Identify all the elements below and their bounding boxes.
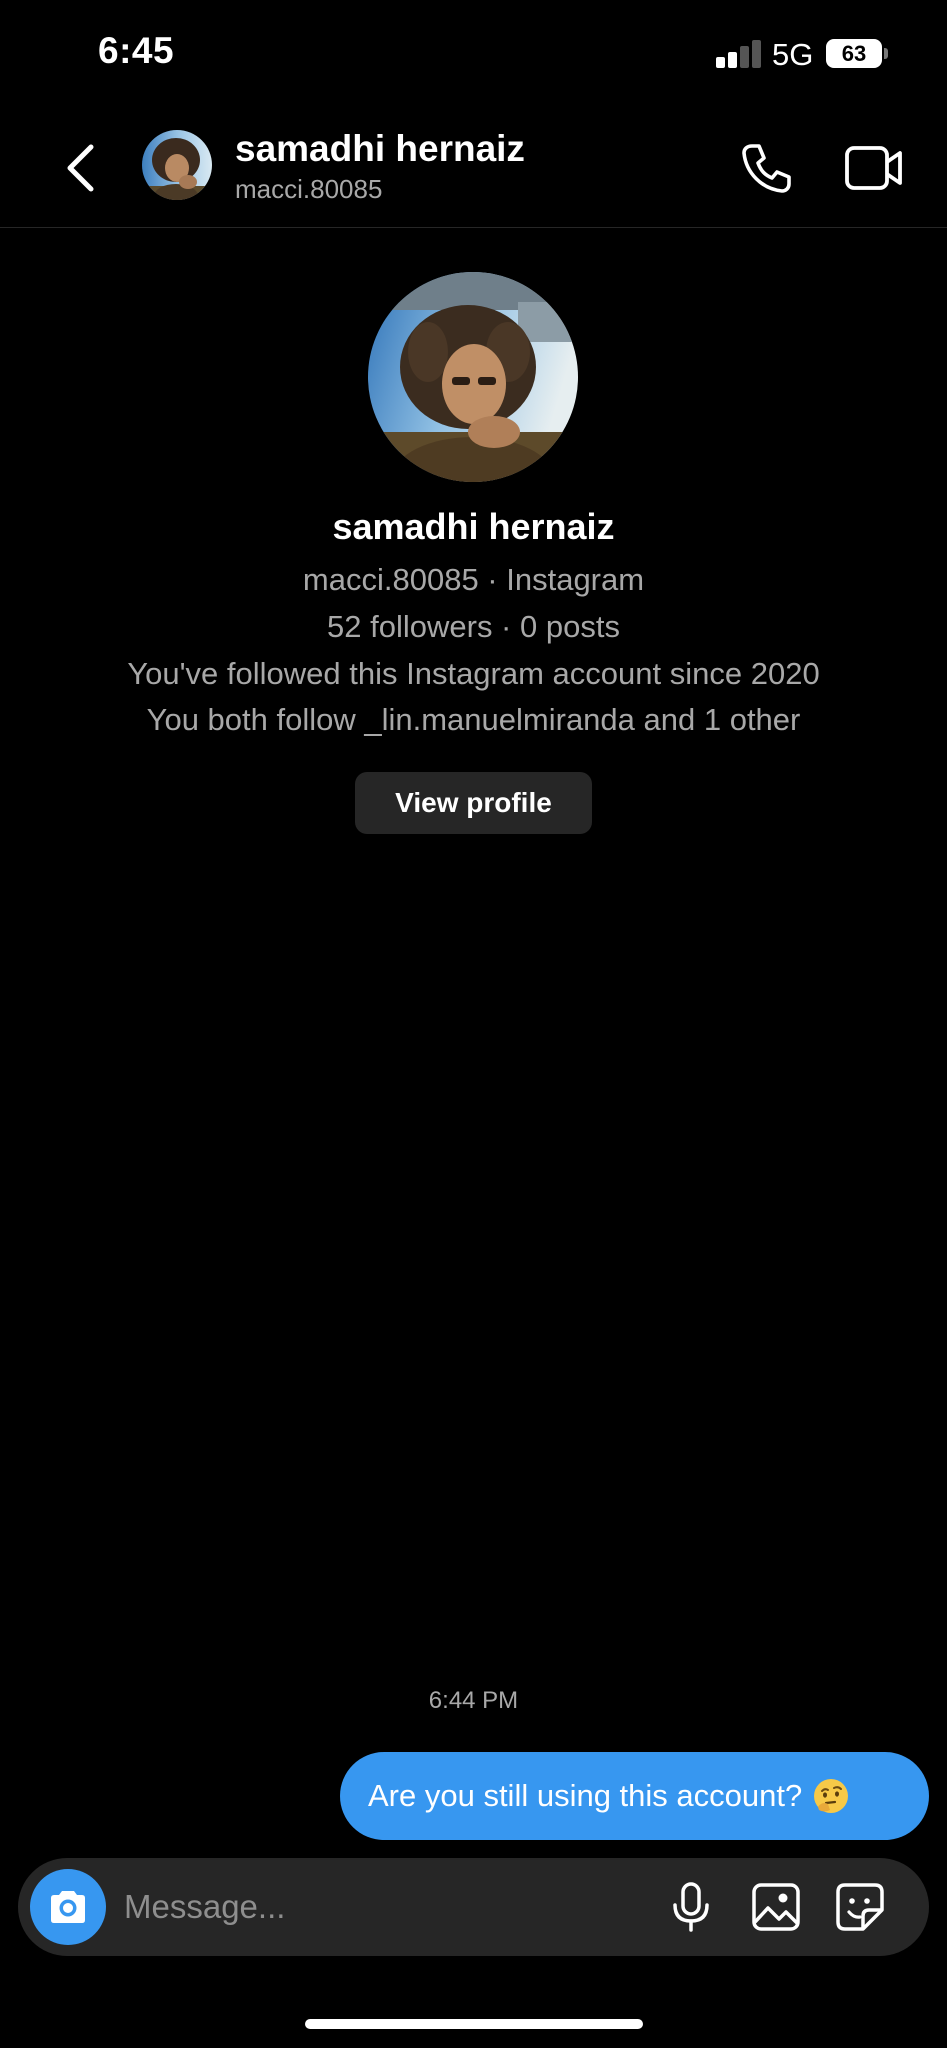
back-button[interactable] [58,140,102,196]
profile-stats: 52 followers · 0 posts [327,609,620,644]
gallery-button[interactable] [749,1880,803,1934]
home-indicator[interactable] [305,2019,643,2029]
battery-icon: 63 [826,39,882,68]
sent-message-bubble[interactable]: Are you still using this account? [340,1752,929,1840]
dm-thread-screen: 6:45 5G 63 samadhi hernaiz macci.80085 s… [0,0,947,2048]
chat-header: samadhi hernaiz macci.80085 [0,110,947,228]
camera-button[interactable] [30,1869,106,1945]
sticker-button[interactable] [833,1880,887,1934]
sticker-icon [836,1883,884,1931]
profile-name: samadhi hernaiz [332,506,615,547]
status-bar: 6:45 5G 63 [0,0,947,100]
phone-icon [742,144,791,193]
video-camera-icon [845,146,902,190]
camera-icon [51,1891,85,1923]
message-composer [18,1858,929,1956]
signal-strength-icon [716,40,762,68]
chevron-left-icon [67,144,94,192]
profile-handle-line: macci.80085 · Instagram [302,562,645,597]
view-profile-button[interactable]: View profile [355,772,592,834]
thinking-face-emoji [814,1779,849,1813]
image-icon [752,1883,800,1931]
mutual-follow-text: You both follow _lin.manuelmiranda and 1… [146,702,801,737]
audio-call-button[interactable] [738,140,794,196]
message-timestamp: 6:44 PM [428,1687,519,1714]
voice-message-button[interactable] [664,1880,718,1934]
contact-name[interactable]: samadhi hernaiz [235,128,525,170]
avatar[interactable] [142,130,212,200]
contact-handle[interactable]: macci.80085 [235,174,382,205]
status-time: 6:45 [98,30,175,71]
microphone-icon [673,1882,709,1932]
network-type: 5G [772,37,814,72]
profile-avatar[interactable] [368,272,578,482]
battery-level: 63 [841,40,867,66]
battery-tip [884,48,888,59]
message-text: Are you still using this account? [368,1778,803,1813]
message-input[interactable] [124,1884,564,1930]
video-call-button[interactable] [843,140,905,196]
followed-since-text: You've followed this Instagram account s… [127,656,820,691]
